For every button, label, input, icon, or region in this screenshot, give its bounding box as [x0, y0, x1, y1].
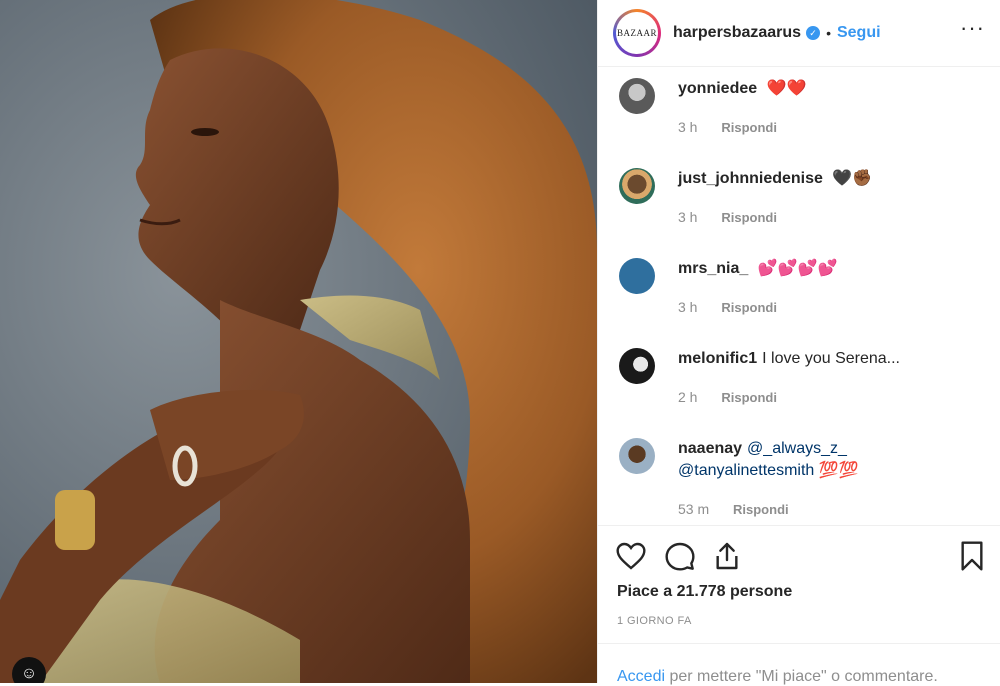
reply-button[interactable]: Rispondi: [721, 390, 777, 405]
post-image-illustration: [0, 0, 597, 683]
comment-time: 3 h: [678, 299, 698, 315]
commenter-avatar[interactable]: [619, 348, 655, 384]
mention-link[interactable]: @tanyalinettesmith: [678, 462, 814, 479]
avatar-logo: BAZAAR: [616, 12, 658, 54]
commenter-avatar[interactable]: [619, 168, 655, 204]
login-prompt-rest: per mettere "Mi piace" o commentare.: [665, 668, 938, 685]
comment-text: naaenay @_always_z_ @tanyalinettesmith 💯💯: [678, 438, 991, 482]
comment-text: yonniedee ❤️❤️: [678, 78, 991, 100]
brand-logo-text: BAZAAR: [617, 28, 658, 38]
comment-content: 💯💯: [818, 462, 859, 479]
comment-icon[interactable]: [664, 540, 696, 572]
login-prompt-text: Accedi per mettere "Mi piace" o commenta…: [617, 668, 938, 686]
account-avatar[interactable]: BAZAAR: [613, 9, 661, 57]
login-link[interactable]: Accedi: [617, 668, 665, 685]
comment-content: ❤️❤️: [766, 80, 807, 97]
commenter-username[interactable]: naaenay: [678, 440, 742, 457]
account-username[interactable]: harpersbazaarus: [673, 24, 801, 42]
post-header: BAZAAR harpersbazaarus ✓ • Segui ···: [598, 0, 1000, 67]
share-icon[interactable]: [711, 540, 743, 572]
comment-meta: 3 h Rispondi: [678, 299, 777, 315]
separator-dot: •: [826, 25, 831, 41]
comment-text: just_johnniedenise 🖤✊🏾: [678, 168, 991, 190]
post-photo[interactable]: ☺: [0, 0, 597, 683]
comment-meta: 3 h Rispondi: [678, 209, 777, 225]
comment-meta: 2 h Rispondi: [678, 389, 777, 405]
comment-content: 💕💕💕💕: [757, 260, 838, 277]
commenter-avatar[interactable]: [619, 78, 655, 114]
mention-link[interactable]: @_always_z_: [747, 440, 847, 457]
login-prompt: Accedi per mettere "Mi piace" o commenta…: [598, 643, 1000, 686]
reply-button[interactable]: Rispondi: [721, 300, 777, 315]
commenter-username[interactable]: just_johnniedenise: [678, 170, 823, 187]
comment-content: 🖤✊🏾: [832, 170, 873, 187]
commenter-username[interactable]: mrs_nia_: [678, 260, 748, 277]
commenter-avatar[interactable]: [619, 258, 655, 294]
verified-badge-icon: ✓: [806, 26, 821, 40]
post-actions: Piace a 21.778 persone 1 GIORNO FA: [598, 525, 1000, 644]
reply-button[interactable]: Rispondi: [721, 120, 777, 135]
heart-icon[interactable]: [615, 540, 647, 572]
reply-button[interactable]: Rispondi: [721, 210, 777, 225]
comment-time: 3 h: [678, 119, 698, 135]
bookmark-icon[interactable]: [956, 540, 988, 572]
post-side-panel: BAZAAR harpersbazaarus ✓ • Segui ··· yon…: [597, 0, 1000, 686]
comment-meta: 3 h Rispondi: [678, 119, 777, 135]
comment-text: mrs_nia_ 💕💕💕💕: [678, 258, 991, 280]
reply-button[interactable]: Rispondi: [733, 502, 789, 517]
comment-time: 2 h: [678, 389, 698, 405]
more-options-icon[interactable]: ···: [960, 17, 985, 39]
likes-count[interactable]: Piace a 21.778 persone: [617, 583, 792, 601]
comments-list[interactable]: yonniedee ❤️❤️ 3 h Rispondi just_johnnie…: [598, 66, 1000, 525]
commenter-username[interactable]: melonific1: [678, 350, 757, 367]
commenter-username[interactable]: yonniedee: [678, 80, 757, 97]
comment-content: I love you Serena...: [762, 350, 900, 367]
post-timestamp: 1 GIORNO FA: [617, 615, 692, 627]
comment-time: 3 h: [678, 209, 698, 225]
comment-meta: 53 m Rispondi: [678, 501, 789, 517]
follow-button[interactable]: Segui: [837, 24, 881, 42]
tagged-user-icon[interactable]: ☺: [12, 657, 46, 683]
commenter-avatar[interactable]: [619, 438, 655, 474]
comment-time: 53 m: [678, 501, 710, 517]
comment-text: melonific1 I love you Serena...: [678, 348, 991, 370]
